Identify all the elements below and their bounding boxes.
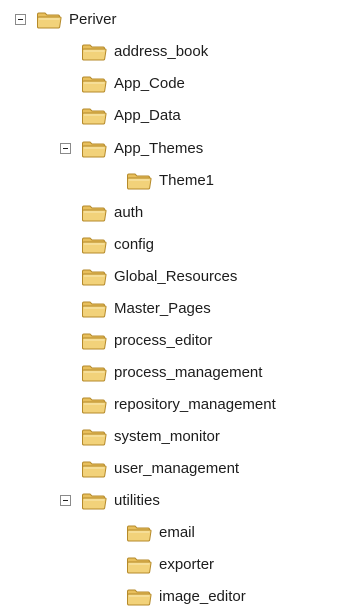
collapse-toggle-icon[interactable] [15, 14, 26, 25]
tree-node-label: App_Data [114, 107, 181, 124]
folder-icon [126, 556, 152, 574]
tree-node-global-resources[interactable]: Global_Resources [81, 265, 237, 289]
tree-node-exporter[interactable]: exporter [126, 553, 214, 577]
folder-icon [81, 300, 107, 318]
folder-icon [81, 107, 107, 125]
tree-node-process-editor[interactable]: process_editor [81, 329, 212, 353]
folder-icon [81, 236, 107, 254]
folder-icon [81, 492, 107, 510]
tree-node-image-editor[interactable]: image_editor [126, 585, 246, 609]
tree-node-system-monitor[interactable]: system_monitor [81, 425, 220, 449]
folder-icon [81, 75, 107, 93]
folder-icon [81, 428, 107, 446]
tree-node-config[interactable]: config [81, 233, 154, 257]
folder-icon [126, 524, 152, 542]
folder-tree: Periver address_book App_Code App_Data A… [0, 0, 340, 610]
tree-node-label: App_Code [114, 75, 185, 92]
folder-icon [36, 11, 62, 29]
tree-node-theme1[interactable]: Theme1 [126, 169, 214, 193]
folder-icon [81, 364, 107, 382]
tree-node-app-code[interactable]: App_Code [81, 72, 185, 96]
tree-node-label: Master_Pages [114, 300, 211, 317]
tree-node-app-themes[interactable]: App_Themes [81, 137, 203, 161]
folder-icon [81, 332, 107, 350]
tree-node-label: Periver [69, 11, 117, 28]
tree-node-address-book[interactable]: address_book [81, 40, 208, 64]
folder-icon [126, 172, 152, 190]
tree-node-label: process_editor [114, 332, 213, 349]
tree-node-label: config [114, 236, 155, 253]
folder-icon [81, 396, 107, 414]
tree-node-label: image_editor [159, 588, 246, 605]
collapse-toggle-icon[interactable] [60, 143, 71, 154]
tree-node-auth[interactable]: auth [81, 201, 143, 225]
tree-node-label: user_management [114, 460, 240, 477]
folder-icon [126, 588, 152, 606]
folder-icon [81, 43, 107, 61]
tree-node-label: utilities [114, 492, 160, 509]
tree-node-label: Theme1 [159, 172, 215, 189]
tree-node-label: App_Themes [114, 140, 204, 157]
folder-icon [81, 204, 107, 222]
tree-node-label: Global_Resources [114, 268, 238, 285]
tree-node-label: process_management [114, 364, 263, 381]
tree-node-master-pages[interactable]: Master_Pages [81, 297, 211, 321]
collapse-toggle-icon[interactable] [60, 495, 71, 506]
tree-node-label: repository_management [114, 396, 276, 413]
folder-icon [81, 268, 107, 286]
tree-node-label: address_book [114, 43, 209, 60]
tree-node-process-management[interactable]: process_management [81, 361, 262, 385]
tree-node-user-management[interactable]: user_management [81, 457, 239, 481]
tree-node-label: system_monitor [114, 428, 220, 445]
tree-node-label: email [159, 524, 195, 541]
tree-node-app-data[interactable]: App_Data [81, 104, 181, 128]
tree-node-periver[interactable]: Periver [36, 8, 117, 32]
folder-icon [81, 140, 107, 158]
tree-node-label: exporter [159, 556, 215, 573]
tree-node-utilities[interactable]: utilities [81, 489, 160, 513]
tree-node-email[interactable]: email [126, 521, 195, 545]
tree-node-repository-management[interactable]: repository_management [81, 393, 276, 417]
tree-node-label: auth [114, 204, 144, 221]
folder-icon [81, 460, 107, 478]
